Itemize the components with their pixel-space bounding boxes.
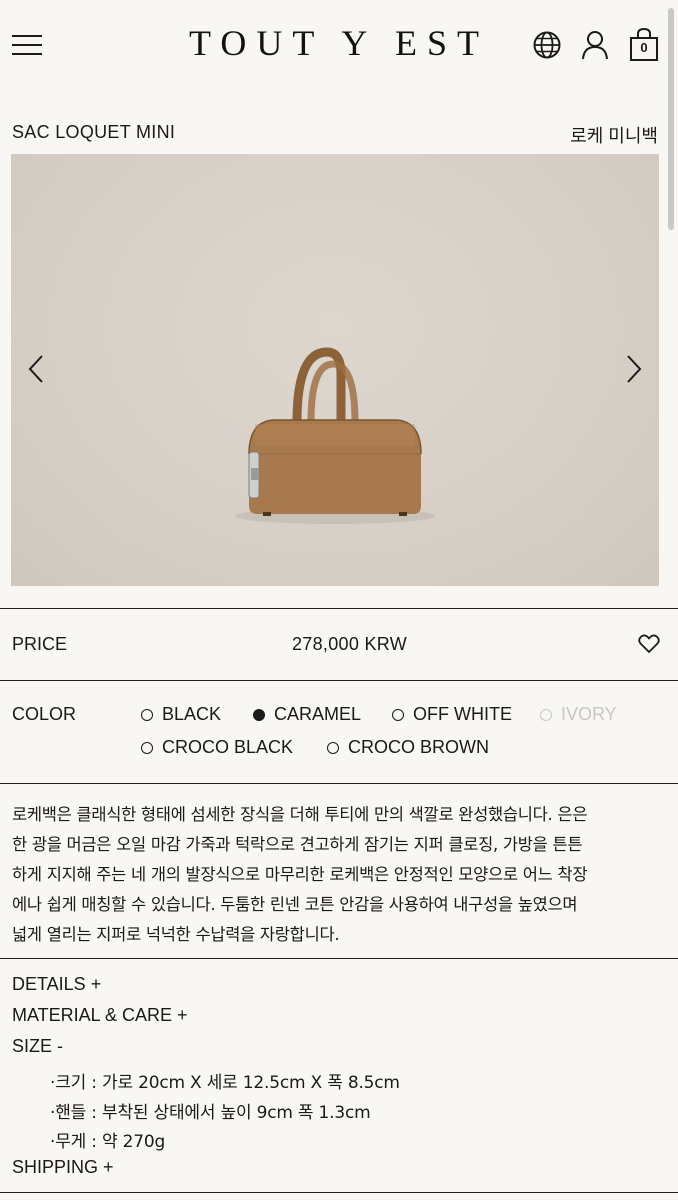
color-option-black[interactable]: BLACK: [141, 704, 221, 725]
size-accordion[interactable]: SIZE -: [12, 1036, 63, 1057]
description-line: 에나 쉽게 매칭할 수 있습니다. 두툼한 린넨 코튼 안감을 사용하여 내구성…: [12, 895, 578, 914]
radio-dot: [392, 708, 404, 721]
material-care-accordion[interactable]: MATERIAL & CARE +: [12, 1005, 188, 1026]
cart-count: 0: [640, 40, 648, 55]
product-name-en: SAC LOQUET MINI: [12, 122, 176, 142]
price-label: PRICE: [12, 634, 68, 654]
brand-logo[interactable]: TOUT Y EST: [0, 22, 678, 64]
size-spec-weight: ·무게 : 약 270g: [50, 1132, 166, 1152]
product-photo: [235, 347, 435, 524]
product-description: 로케백은 클래식한 형태에 섬세한 장식을 더해 투티에 만의 색깔로 완성했습…: [12, 800, 662, 950]
color-option-croco-brown[interactable]: CROCO BROWN: [327, 737, 489, 758]
color-option-label: OFF WHITE: [413, 704, 512, 724]
color-option-ivory: IVORY: [540, 704, 617, 725]
site-header: TOUT Y EST 0: [0, 0, 678, 96]
divider: [0, 958, 678, 959]
description-line: 한 광을 머금은 오일 마감 가죽과 턱락으로 견고하게 잠기는 지퍼 클로징,…: [12, 835, 583, 854]
color-option-label: CARAMEL: [274, 704, 362, 724]
radio-dot: [327, 741, 339, 754]
size-spec-dimensions: ·크기 : 가로 20cm X 세로 12.5cm X 폭 8.5cm: [50, 1073, 400, 1093]
color-option-croco-black[interactable]: CROCO BLACK: [141, 737, 293, 758]
radio-dot: [141, 741, 153, 754]
price-row: PRICE 278,000 KRW: [12, 632, 660, 658]
shipping-accordion[interactable]: SHIPPING +: [12, 1157, 114, 1178]
wishlist-heart-icon[interactable]: [638, 634, 660, 654]
previous-image-arrow[interactable]: [27, 354, 45, 384]
product-title-row: SAC LOQUET MINI 로케 미니백: [12, 120, 658, 146]
price-value: 278,000 KRW: [292, 634, 408, 654]
product-image-carousel[interactable]: [11, 154, 659, 586]
color-option-label: BLACK: [162, 704, 222, 724]
radio-dot: [141, 708, 153, 721]
details-accordion[interactable]: DETAILS +: [12, 974, 101, 995]
product-name-ko: 로케 미니백: [570, 126, 658, 146]
divider: [0, 608, 678, 609]
color-option-caramel[interactable]: CARAMEL: [253, 704, 361, 725]
color-option-label: IVORY: [561, 704, 617, 724]
divider: [0, 1192, 678, 1193]
user-icon[interactable]: [581, 30, 609, 60]
description-line: 하게 지지해 주는 네 개의 발장식으로 마무리한 로케백은 안정적인 모양으로…: [12, 865, 588, 884]
next-image-arrow[interactable]: [625, 354, 643, 384]
divider: [0, 680, 678, 681]
size-spec-handle: ·핸들 : 부착된 상태에서 높이 9cm 폭 1.3cm: [50, 1103, 371, 1123]
divider: [0, 783, 678, 784]
color-option-off-white[interactable]: OFF WHITE: [392, 704, 512, 725]
color-option-label: CROCO BROWN: [348, 737, 489, 757]
shopping-bag-icon[interactable]: 0: [629, 28, 659, 62]
color-label: COLOR: [12, 704, 77, 724]
scrollbar[interactable]: [668, 8, 674, 230]
globe-icon[interactable]: [532, 30, 562, 60]
description-line: 로케백은 클래식한 형태에 섬세한 장식을 더해 투티에 만의 색깔로 완성했습…: [12, 805, 588, 824]
radio-dot-selected: [253, 708, 265, 721]
color-option-label: CROCO BLACK: [162, 737, 294, 757]
description-line: 넓게 열리는 지퍼로 넉넉한 수납력을 자랑합니다.: [12, 925, 340, 944]
radio-dot: [540, 708, 552, 721]
